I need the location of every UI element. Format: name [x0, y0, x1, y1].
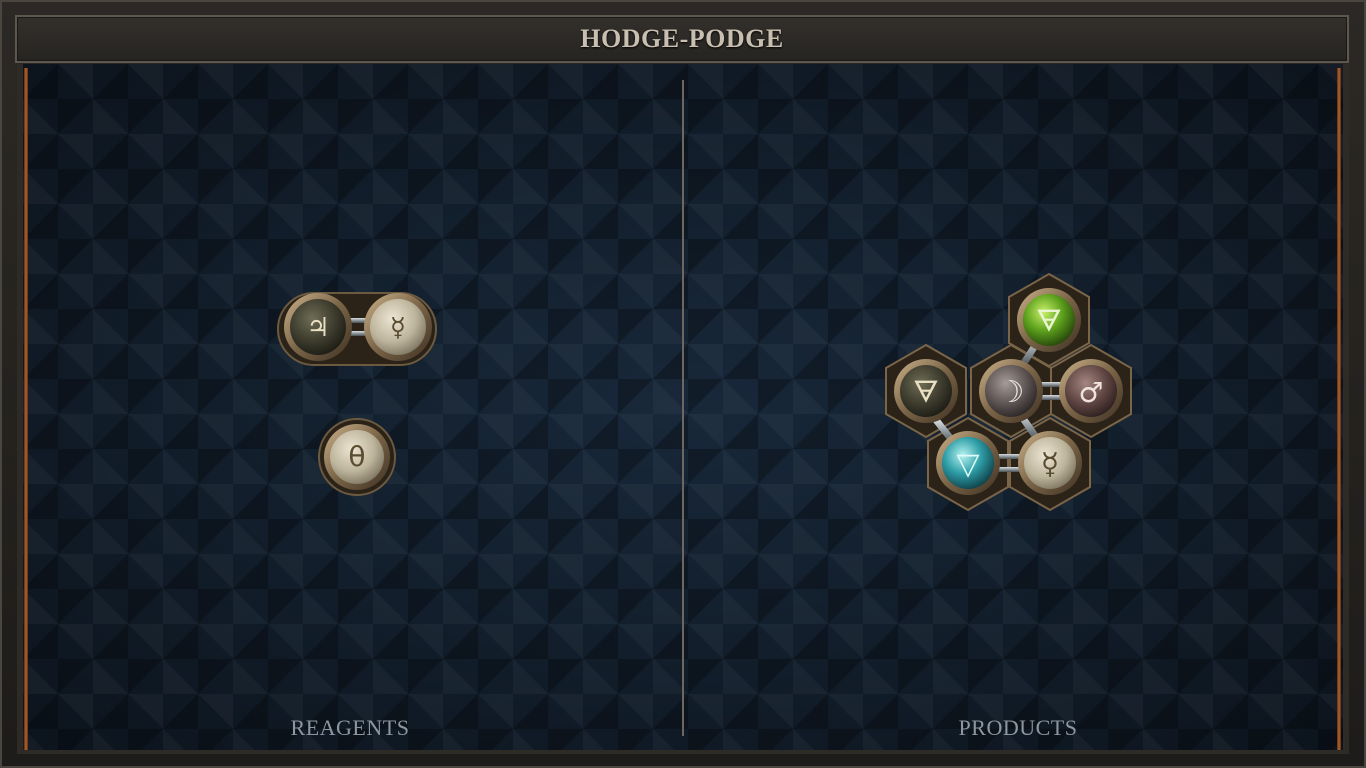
- silver-symbol: ☽: [998, 375, 1025, 410]
- reagent-molecule-1[interactable]: ♃ ☿: [277, 292, 437, 366]
- atom-iron[interactable]: ♂: [1059, 359, 1123, 423]
- atom-salt[interactable]: θ: [324, 424, 390, 490]
- product-molecule[interactable]: 🜃 🜃 ☽ ♂ ▽ ☿: [885, 272, 1132, 512]
- atom-water[interactable]: ▽: [936, 431, 1000, 495]
- salt-symbol: θ: [348, 440, 365, 473]
- earth-symbol: 🜃: [1036, 304, 1062, 339]
- iron-symbol: ♂: [1078, 376, 1103, 409]
- atom-fire[interactable]: 🜃: [894, 359, 958, 423]
- molecules-canvas: ♃ ☿ θ 🜃 🜃 ☽ ♂ ▽ ☿: [277, 272, 1132, 512]
- reagents-label: REAGENTS: [290, 715, 410, 740]
- atom-silver[interactable]: ☽: [979, 359, 1043, 423]
- atom-quicksilver-product[interactable]: ☿: [1018, 431, 1082, 495]
- products-label: PRODUCTS: [958, 715, 1078, 740]
- atom-earth[interactable]: 🜃: [1017, 288, 1081, 352]
- water-symbol: ▽: [956, 447, 979, 482]
- fire-symbol: 🜃: [913, 375, 939, 410]
- reagent-molecule-2[interactable]: θ: [318, 418, 396, 496]
- atom-tin[interactable]: ♃: [284, 293, 352, 361]
- atom-quicksilver[interactable]: ☿: [364, 293, 432, 361]
- quicksilver-symbol: ☿: [390, 313, 406, 343]
- quicksilver-symbol: ☿: [1041, 447, 1059, 482]
- tin-symbol: ♃: [306, 313, 329, 343]
